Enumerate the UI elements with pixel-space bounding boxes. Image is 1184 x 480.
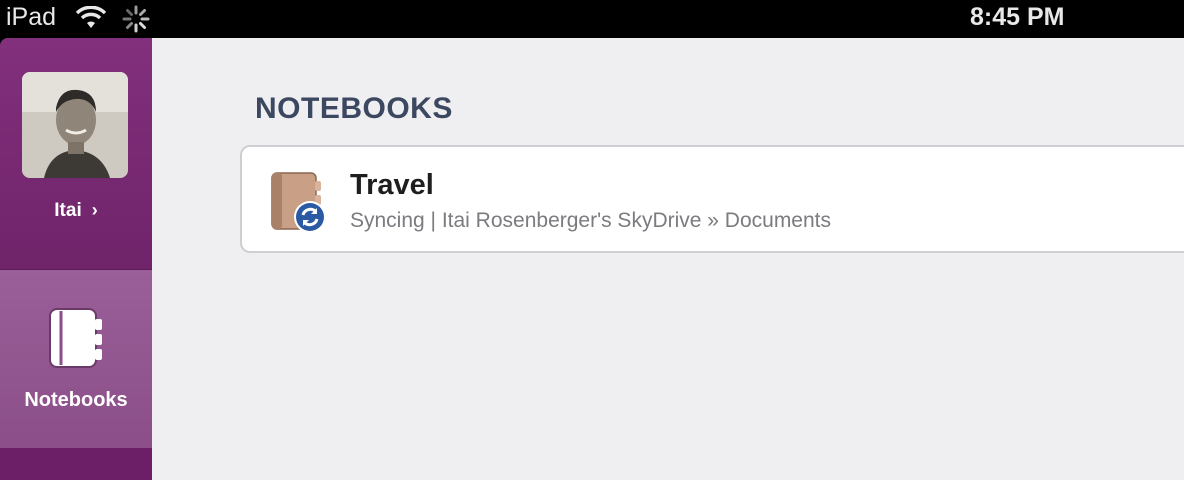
page-title: NOTEBOOKS: [255, 92, 453, 125]
status-bar: iPad 8:45 PM: [0, 0, 1184, 38]
sidebar-item-label: Notebooks: [24, 389, 128, 411]
profile-name: Itai: [54, 200, 82, 221]
main-content: NOTEBOOKS Travel Syncing | Itai Rosenber…: [152, 38, 1184, 480]
status-time: 8:45 PM: [970, 3, 1065, 31]
notebook-sync-icon: [270, 171, 326, 240]
sidebar-footer: [0, 448, 152, 480]
profile-section[interactable]: Itai ›: [0, 38, 152, 269]
chevron-right-icon: ›: [91, 200, 98, 220]
profile-name-row[interactable]: Itai ›: [0, 200, 152, 222]
wifi-icon: [75, 5, 107, 35]
notebook-list-item[interactable]: Travel Syncing | Itai Rosenberger's SkyD…: [240, 145, 1184, 253]
sidebar-item-notebooks[interactable]: Notebooks: [0, 269, 152, 449]
avatar[interactable]: [22, 72, 128, 178]
notebook-subtitle: Syncing | Itai Rosenberger's SkyDrive » …: [350, 209, 832, 232]
activity-spinner-icon: [121, 4, 151, 39]
device-label: iPad: [6, 3, 57, 31]
notebook-icon: [47, 307, 105, 376]
sidebar: Itai › Notebooks: [0, 38, 152, 480]
notebook-title: Travel: [350, 169, 434, 201]
